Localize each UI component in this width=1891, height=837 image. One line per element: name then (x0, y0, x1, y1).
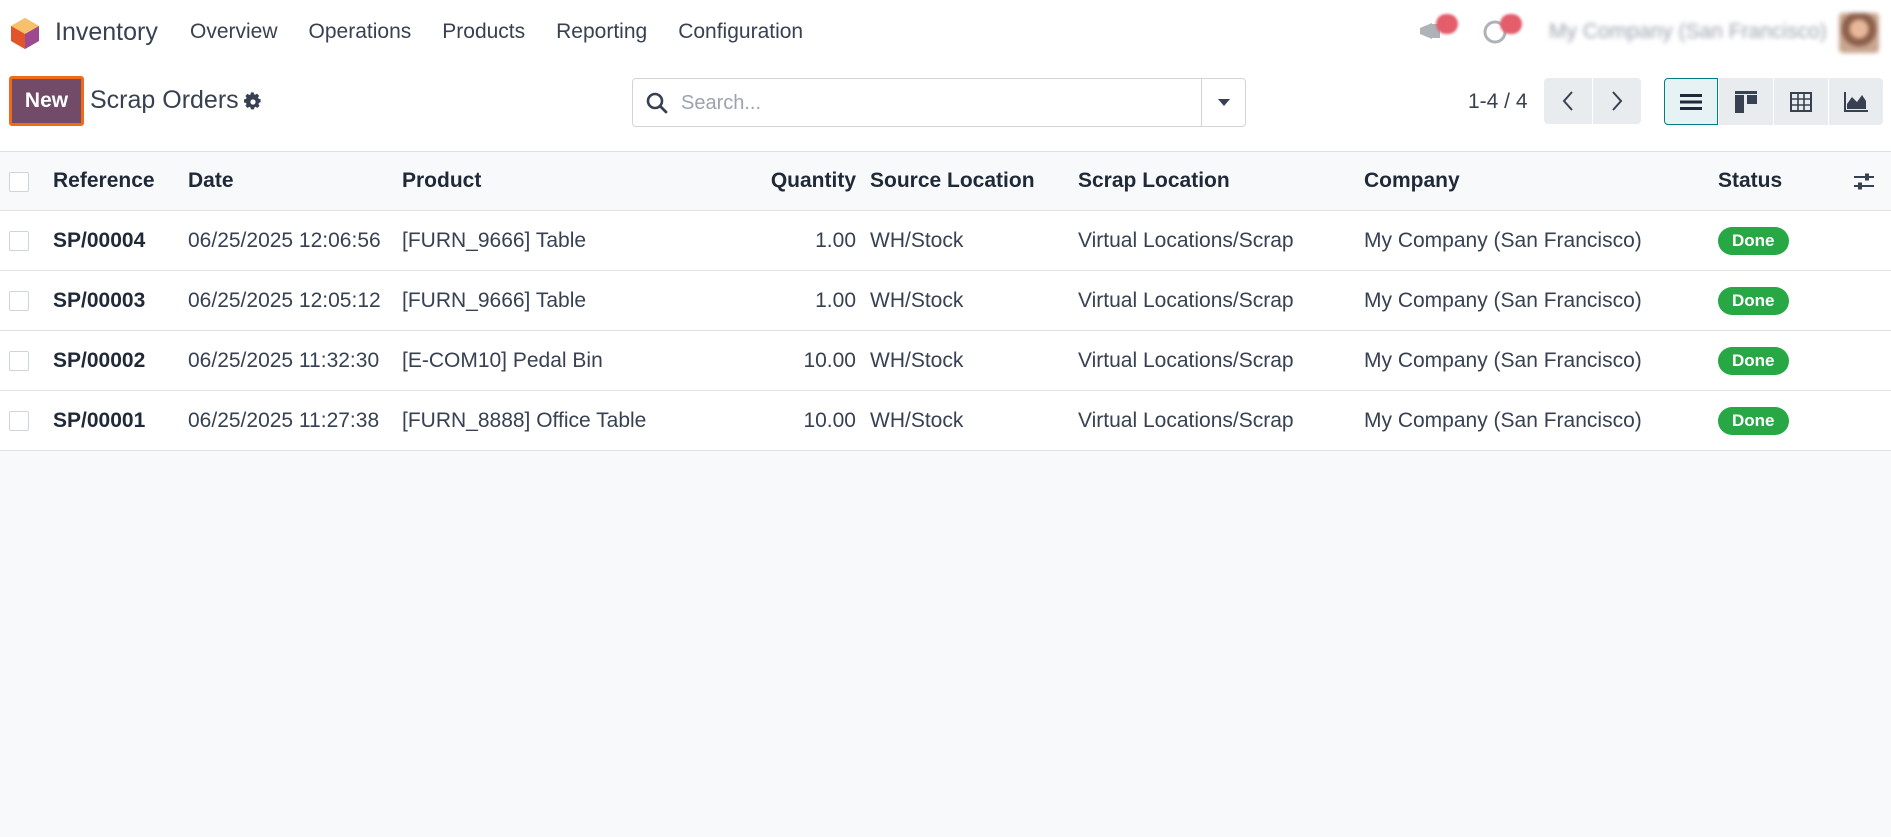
cell-product: [FURN_8888] Office Table (402, 408, 647, 432)
cell-quantity: 10.00 (803, 408, 856, 432)
column-header-reference[interactable]: Reference (53, 152, 155, 210)
pager-previous-button[interactable] (1544, 78, 1592, 124)
column-header-product[interactable]: Product (402, 152, 481, 210)
column-header-scrap-location[interactable]: Scrap Location (1078, 152, 1230, 210)
cell-reference: SP/00003 (53, 288, 146, 312)
cell-date: 06/25/2025 11:27:38 (188, 408, 380, 432)
cell-source-location: WH/Stock (870, 228, 964, 252)
row-checkbox[interactable] (9, 231, 29, 251)
table-row[interactable]: SP/00001 06/25/2025 11:27:38 [FURN_8888]… (0, 391, 1891, 451)
table-row[interactable]: SP/00002 06/25/2025 11:32:30 [E-COM10] P… (0, 331, 1891, 391)
menu-configuration[interactable]: Configuration (678, 20, 803, 44)
kanban-view-button[interactable] (1719, 78, 1773, 125)
column-header-source-location[interactable]: Source Location (870, 152, 1035, 210)
cell-scrap-location: Virtual Locations/Scrap (1078, 288, 1294, 312)
user-avatar[interactable] (1839, 13, 1879, 53)
cell-date: 06/25/2025 12:05:12 (188, 288, 381, 312)
caret-down-icon (1217, 99, 1230, 106)
menu-operations[interactable]: Operations (309, 20, 412, 44)
graph-view-icon (1844, 91, 1868, 112)
select-all-checkbox[interactable] (9, 172, 29, 192)
row-checkbox[interactable] (9, 351, 29, 371)
main-menu: Overview Operations Products Reporting C… (190, 20, 834, 44)
search-options-toggle[interactable] (1201, 79, 1245, 126)
cell-source-location: WH/Stock (870, 288, 964, 312)
page-title: Scrap Orders (90, 86, 239, 114)
cell-scrap-location: Virtual Locations/Scrap (1078, 408, 1294, 432)
odoo-logo-icon[interactable] (9, 16, 41, 50)
control-panel: New Scrap Orders 1-4 / 4 (0, 66, 1891, 152)
gear-icon[interactable] (243, 92, 263, 112)
status-badge: Done (1718, 346, 1789, 375)
menu-reporting[interactable]: Reporting (556, 20, 647, 44)
view-switcher (1664, 78, 1884, 125)
new-button[interactable]: New (9, 76, 84, 126)
cell-scrap-location: Virtual Locations/Scrap (1078, 228, 1294, 252)
list-view-icon (1680, 93, 1702, 110)
status-cell: Done (1718, 331, 1789, 390)
table-header-row: Reference Date Product Quantity Source L… (0, 152, 1891, 211)
column-header-quantity[interactable]: Quantity (700, 152, 856, 210)
cell-company: My Company (San Francisco) (1364, 288, 1642, 312)
cell-company: My Company (San Francisco) (1364, 348, 1642, 372)
search-input[interactable] (681, 87, 1181, 119)
messages-badge (1436, 14, 1458, 34)
cell-product: [FURN_9666] Table (402, 288, 587, 312)
top-navbar: Inventory Overview Operations Products R… (0, 0, 1891, 66)
cell-company: My Company (San Francisco) (1364, 228, 1642, 252)
status-cell: Done (1718, 211, 1789, 270)
pivot-view-button[interactable] (1774, 78, 1828, 125)
menu-overview[interactable]: Overview (190, 20, 278, 44)
status-badge: Done (1718, 286, 1789, 315)
optional-columns-icon[interactable] (1853, 172, 1875, 192)
cell-source-location: WH/Stock (870, 408, 964, 432)
kanban-view-icon (1735, 90, 1757, 113)
cell-source-location: WH/Stock (870, 348, 964, 372)
cell-product: [E-COM10] Pedal Bin (402, 348, 603, 372)
chevron-right-icon (1612, 91, 1623, 111)
cell-date: 06/25/2025 11:32:30 (188, 348, 380, 372)
search-icon (646, 92, 668, 114)
list-view-button[interactable] (1664, 78, 1718, 125)
cell-date: 06/25/2025 12:06:56 (188, 228, 381, 252)
chevron-left-icon (1562, 91, 1573, 111)
cell-reference: SP/00001 (53, 408, 146, 432)
company-switcher[interactable]: My Company (San Francisco) (1549, 20, 1827, 44)
row-checkbox[interactable] (9, 411, 29, 431)
menu-products[interactable]: Products (442, 20, 525, 44)
cell-product: [FURN_9666] Table (402, 228, 587, 252)
cell-scrap-location: Virtual Locations/Scrap (1078, 348, 1294, 372)
search-bar (632, 78, 1246, 127)
scrap-orders-list: Reference Date Product Quantity Source L… (0, 152, 1891, 451)
cell-quantity: 1.00 (815, 228, 856, 252)
status-badge: Done (1718, 406, 1789, 435)
pager-next-button[interactable] (1593, 78, 1641, 124)
activities-badge (1500, 14, 1522, 34)
column-header-company[interactable]: Company (1364, 152, 1460, 210)
pivot-view-icon (1790, 91, 1812, 112)
cell-company: My Company (San Francisco) (1364, 408, 1642, 432)
status-cell: Done (1718, 271, 1789, 330)
graph-view-button[interactable] (1829, 78, 1883, 125)
cell-quantity: 10.00 (803, 348, 856, 372)
pager-value[interactable]: 1-4 / 4 (1468, 90, 1528, 114)
column-header-date[interactable]: Date (188, 152, 234, 210)
table-row[interactable]: SP/00003 06/25/2025 12:05:12 [FURN_9666]… (0, 271, 1891, 331)
row-checkbox[interactable] (9, 291, 29, 311)
status-cell: Done (1718, 391, 1789, 450)
cell-quantity: 1.00 (815, 288, 856, 312)
cell-reference: SP/00002 (53, 348, 146, 372)
cell-reference: SP/00004 (53, 228, 146, 252)
column-header-status[interactable]: Status (1718, 152, 1782, 210)
app-name[interactable]: Inventory (55, 18, 158, 47)
table-row[interactable]: SP/00004 06/25/2025 12:06:56 [FURN_9666]… (0, 211, 1891, 271)
status-badge: Done (1718, 226, 1789, 255)
